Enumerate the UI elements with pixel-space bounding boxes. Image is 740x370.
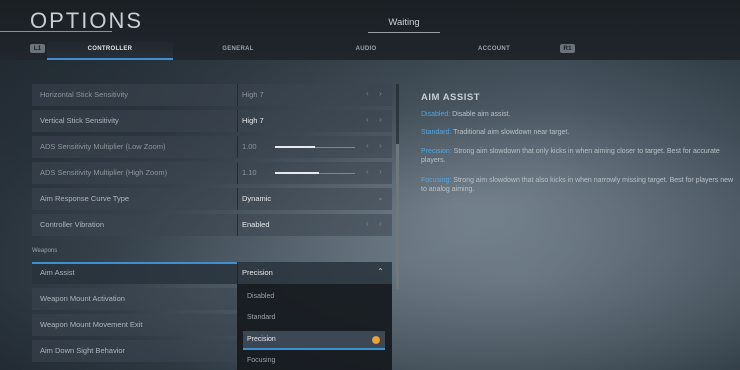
chevron-left-icon[interactable]: ‹	[366, 167, 369, 176]
right-bumper-button[interactable]: R1	[560, 44, 575, 53]
setting-label: Aim Response Curve Type	[40, 194, 130, 203]
title-underline	[0, 31, 112, 32]
chevron-up-icon[interactable]: ⌃	[377, 267, 384, 276]
option-disabled[interactable]: Disabled	[243, 288, 385, 306]
header-bar: OPTIONS Waiting L1 CONTROLLER GENERAL AU…	[0, 0, 740, 60]
setting-label: Weapon Mount Activation	[40, 294, 125, 303]
info-line-standard: Standard: Traditional aim slowdown near …	[421, 128, 740, 137]
option-precision[interactable]: Precision	[243, 331, 385, 350]
sensitivity-slider[interactable]	[275, 146, 355, 148]
divider	[237, 136, 238, 158]
aim-assist-dropdown: Disabled Standard Precision Focusing	[237, 284, 392, 370]
setting-value: Enabled	[242, 220, 270, 229]
divider	[237, 162, 238, 184]
chevron-right-icon[interactable]: ›	[379, 167, 382, 176]
option-focusing[interactable]: Focusing	[243, 352, 385, 370]
sensitivity-slider[interactable]	[275, 172, 355, 174]
info-key: Focusing:	[421, 177, 452, 184]
option-standard[interactable]: Standard	[243, 309, 385, 327]
info-key: Precision:	[421, 148, 452, 155]
setting-ads-low-zoom[interactable]: ADS Sensitivity Multiplier (Low Zoom) 1.…	[32, 136, 392, 158]
setting-label: Controller Vibration	[40, 220, 105, 229]
setting-label: Aim Assist	[40, 268, 75, 277]
setting-value: High 7	[242, 116, 264, 125]
status-text: Waiting	[388, 17, 420, 28]
chevron-right-icon[interactable]: ›	[379, 115, 382, 124]
setting-aim-response-curve[interactable]: Aim Response Curve Type Dynamic ⌄	[32, 188, 392, 210]
scrollbar[interactable]	[396, 84, 399, 289]
setting-label: Aim Down Sight Behavior	[40, 346, 126, 355]
setting-label: Weapon Mount Movement Exit	[40, 320, 143, 329]
slider-fill	[275, 172, 319, 174]
setting-value: 1.00	[242, 142, 257, 151]
tab-controller[interactable]: CONTROLLER	[47, 41, 173, 60]
left-bumper-button[interactable]: L1	[30, 44, 45, 53]
setting-weapon-mount-activation[interactable]: Weapon Mount Activation	[32, 288, 237, 310]
setting-value: 1.10	[242, 168, 257, 177]
setting-controller-vibration[interactable]: Controller Vibration Enabled ‹ ›	[32, 214, 392, 236]
selected-radio-icon	[372, 336, 380, 344]
chevron-left-icon[interactable]: ‹	[366, 141, 369, 150]
chevron-down-icon[interactable]: ⌄	[377, 193, 384, 202]
divider	[237, 262, 238, 284]
setting-ads-high-zoom[interactable]: ADS Sensitivity Multiplier (High Zoom) 1…	[32, 162, 392, 184]
info-text: Strong aim slowdown that also kicks in w…	[421, 177, 734, 193]
chevron-left-icon[interactable]: ‹	[366, 89, 369, 98]
slider-fill	[275, 146, 315, 148]
status-underline	[368, 32, 440, 33]
info-line-disabled: Disabled: Disable aim assist.	[421, 110, 740, 119]
setting-weapon-mount-movement-exit[interactable]: Weapon Mount Movement Exit	[32, 314, 237, 336]
info-text: Strong aim slowdown that only kicks in w…	[421, 148, 720, 164]
setting-value: Dynamic	[242, 194, 272, 203]
chevron-left-icon[interactable]: ‹	[366, 219, 369, 228]
section-label-weapons: Weapons	[32, 248, 58, 254]
chevron-left-icon[interactable]: ‹	[366, 115, 369, 124]
tab-account[interactable]: ACCOUNT	[431, 41, 557, 60]
info-panel: AIM ASSIST Disabled: Disable aim assist.…	[421, 92, 740, 193]
tab-audio[interactable]: AUDIO	[303, 41, 429, 60]
info-text: Traditional aim slowdown near target.	[451, 129, 570, 136]
info-key: Standard:	[421, 129, 452, 136]
setting-vertical-stick-sensitivity[interactable]: Vertical Stick Sensitivity High 7 ‹ ›	[32, 110, 392, 132]
info-line-precision: Precision: Strong aim slowdown that only…	[421, 147, 740, 165]
setting-value: High 7	[242, 90, 264, 99]
chevron-right-icon[interactable]: ›	[379, 219, 382, 228]
chevron-right-icon[interactable]: ›	[379, 89, 382, 98]
divider	[237, 188, 238, 210]
option-label: Precision	[247, 336, 276, 343]
setting-value: Precision	[242, 268, 273, 277]
setting-aim-down-sight-behavior[interactable]: Aim Down Sight Behavior	[32, 340, 237, 362]
setting-label: ADS Sensitivity Multiplier (Low Zoom)	[40, 142, 166, 151]
chevron-right-icon[interactable]: ›	[379, 141, 382, 150]
setting-aim-assist[interactable]: Aim Assist Precision ⌃	[32, 262, 392, 284]
divider	[237, 110, 238, 132]
setting-label: ADS Sensitivity Multiplier (High Zoom)	[40, 168, 168, 177]
scrollbar-thumb[interactable]	[396, 144, 399, 289]
info-text: Disable aim assist.	[450, 111, 511, 118]
info-line-focusing: Focusing: Strong aim slowdown that also …	[421, 176, 740, 194]
tab-general[interactable]: GENERAL	[175, 41, 301, 60]
divider	[237, 214, 238, 236]
setting-horizontal-stick-sensitivity[interactable]: Horizontal Stick Sensitivity High 7 ‹ ›	[32, 84, 392, 106]
info-title: AIM ASSIST	[421, 92, 481, 103]
info-key: Disabled:	[421, 111, 451, 118]
setting-label: Horizontal Stick Sensitivity	[40, 90, 128, 99]
setting-label: Vertical Stick Sensitivity	[40, 116, 119, 125]
divider	[237, 84, 238, 106]
